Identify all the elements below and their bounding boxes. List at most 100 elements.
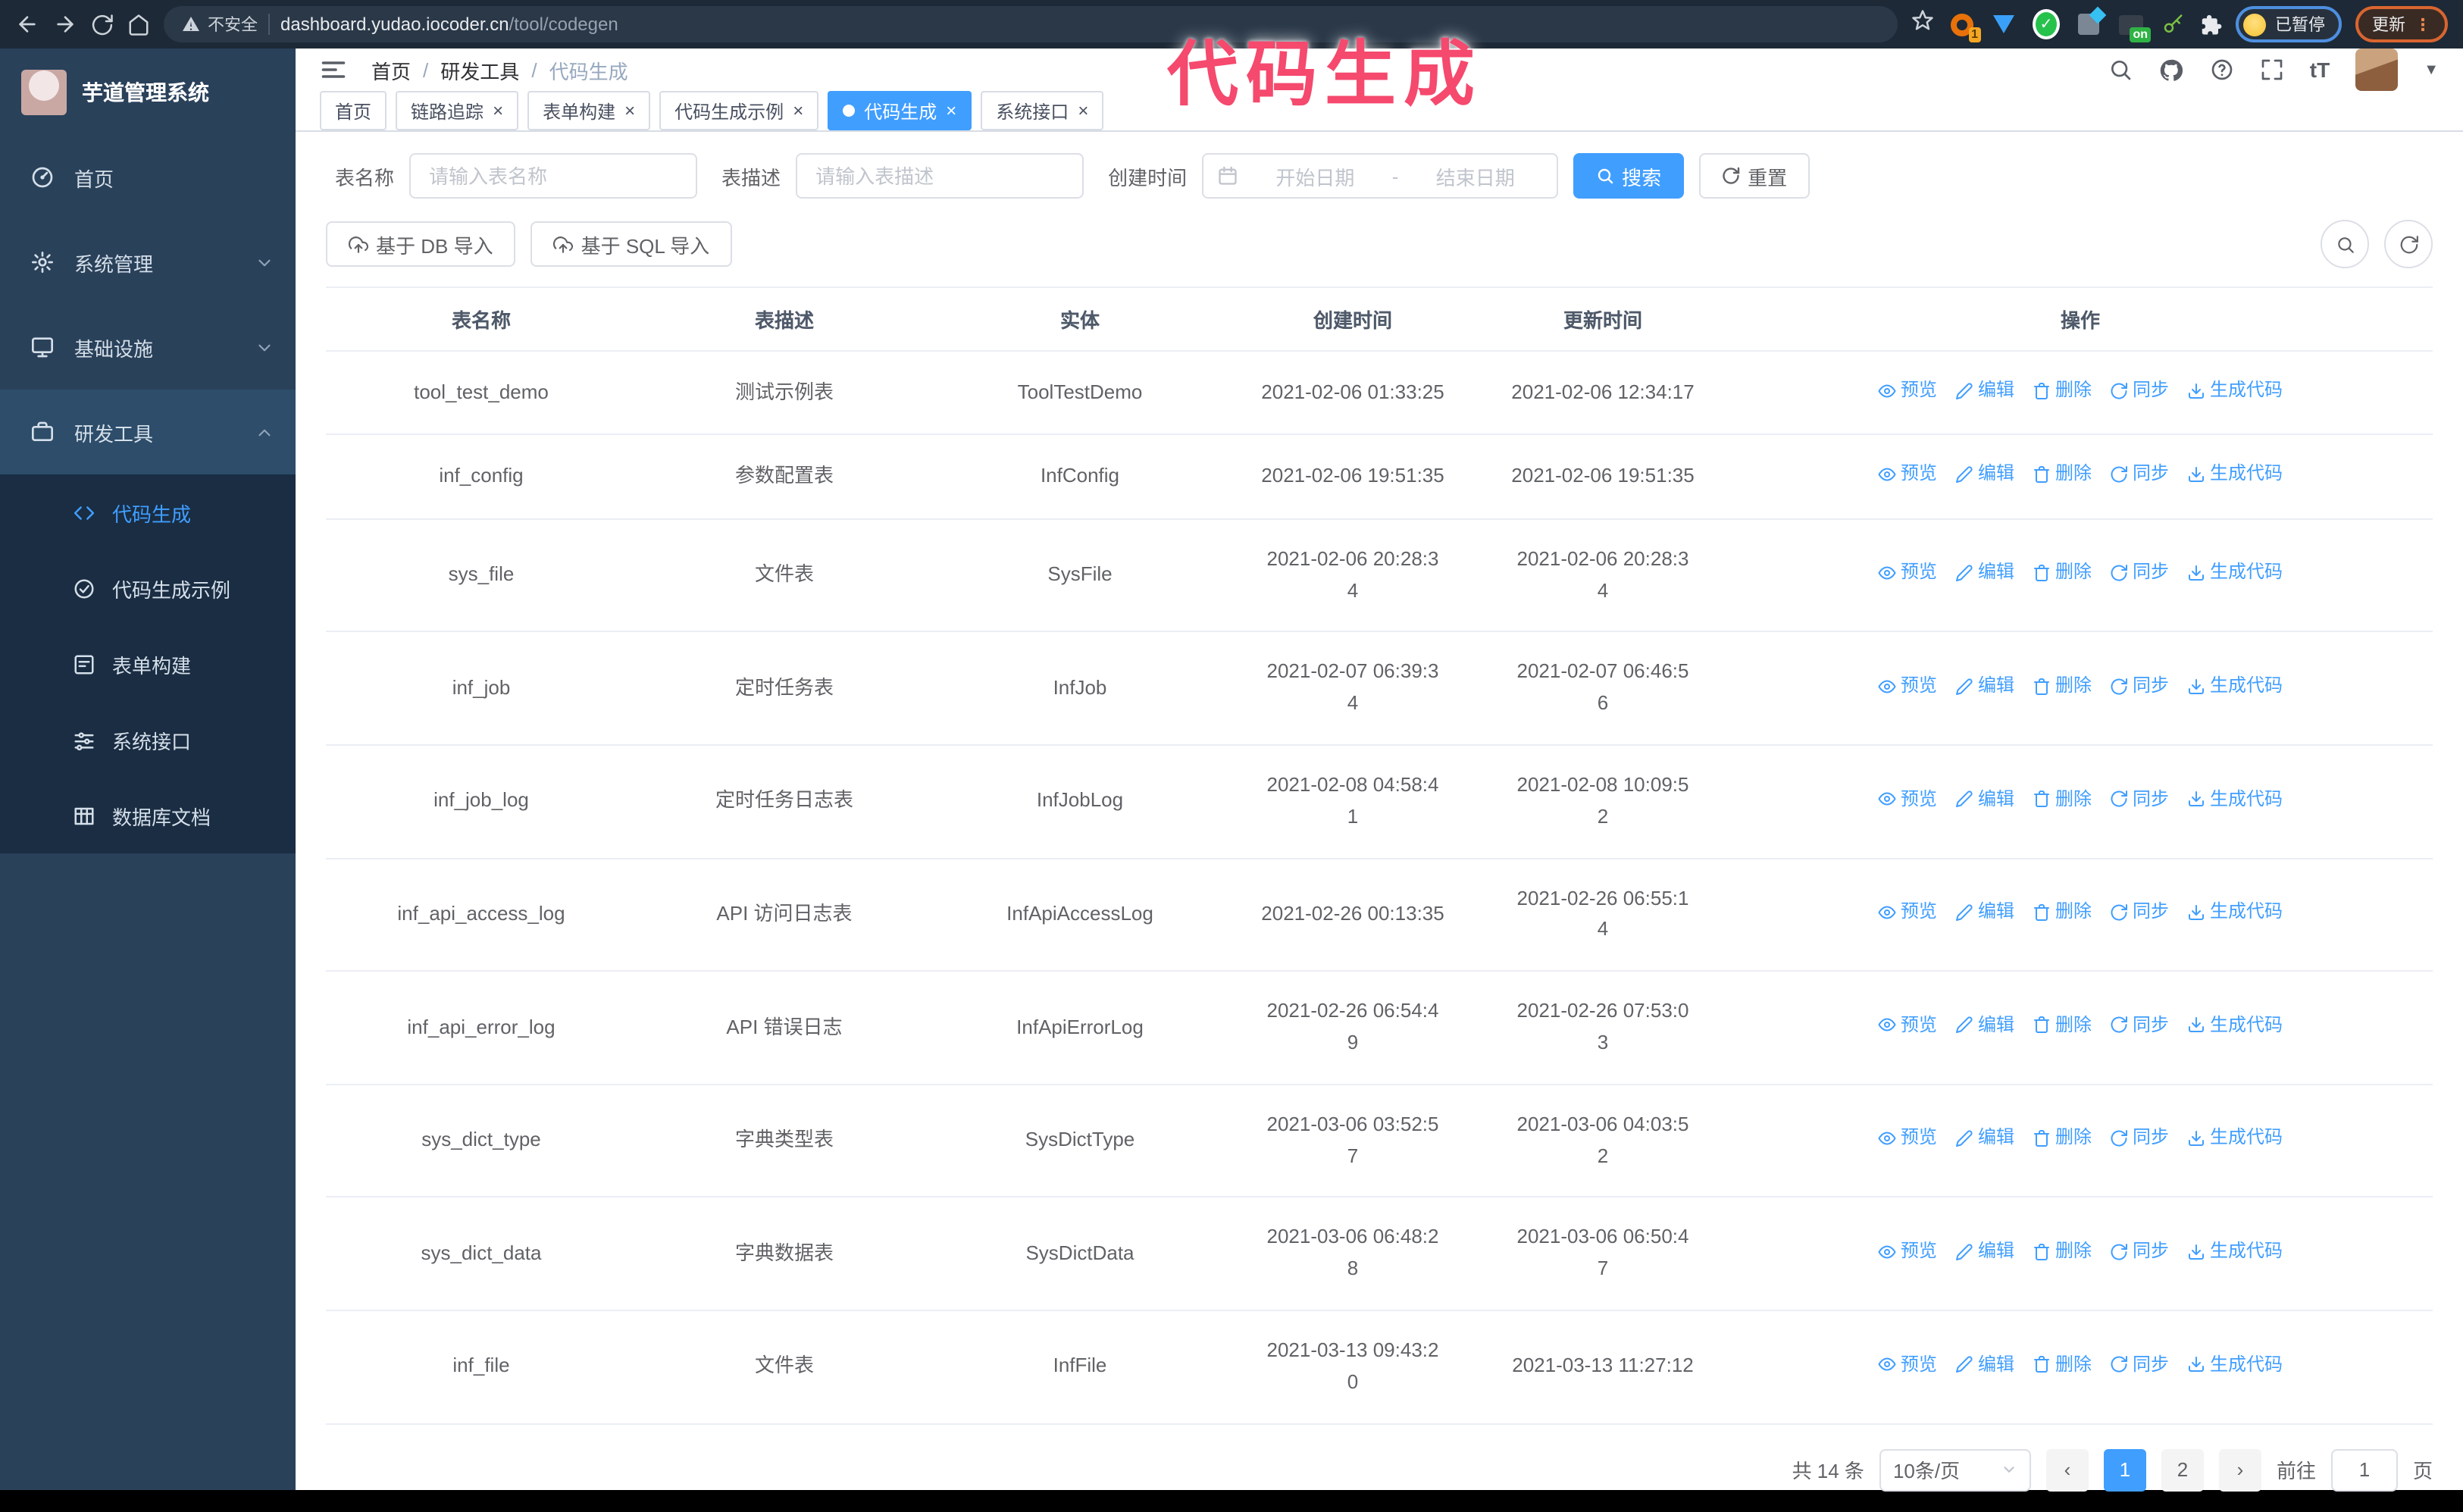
refresh-table-button[interactable] bbox=[2384, 220, 2433, 268]
help-icon[interactable] bbox=[2210, 58, 2234, 82]
generate-action-link[interactable]: 生成代码 bbox=[2187, 559, 2283, 587]
preview-action-link[interactable]: 预览 bbox=[1878, 784, 1937, 813]
page-button-2[interactable]: 2 bbox=[2161, 1448, 2204, 1492]
tab-form-builder[interactable]: 表单构建 × bbox=[527, 91, 651, 130]
user-avatar[interactable] bbox=[2355, 49, 2399, 91]
date-range-picker[interactable]: 开始日期 - 结束日期 bbox=[1202, 153, 1559, 199]
delete-action-link[interactable]: 删除 bbox=[2033, 897, 2092, 926]
generate-action-link[interactable]: 生成代码 bbox=[2187, 1124, 2283, 1153]
toggle-search-button[interactable] bbox=[2321, 220, 2369, 268]
delete-action-link[interactable]: 删除 bbox=[2033, 1011, 2092, 1040]
sidebar-item-home[interactable]: 首页 bbox=[0, 135, 296, 220]
edit-action-link[interactable]: 编辑 bbox=[1955, 1124, 2014, 1153]
sidebar-subitem-codegen-example[interactable]: 代码生成示例 bbox=[0, 550, 296, 626]
generate-action-link[interactable]: 生成代码 bbox=[2187, 376, 2283, 405]
gem-extension-icon[interactable] bbox=[1990, 11, 2017, 38]
preview-action-link[interactable]: 预览 bbox=[1878, 376, 1937, 405]
preview-action-link[interactable]: 预览 bbox=[1878, 897, 1937, 926]
edit-action-link[interactable]: 编辑 bbox=[1955, 376, 2014, 405]
header-search-icon[interactable] bbox=[2108, 58, 2133, 82]
sidebar-item-infra[interactable]: 基础设施 bbox=[0, 305, 296, 390]
sync-action-link[interactable]: 同步 bbox=[2110, 559, 2169, 587]
edit-action-link[interactable]: 编辑 bbox=[1955, 460, 2014, 489]
breadcrumb-item-1[interactable]: 研发工具 bbox=[440, 55, 519, 84]
next-page-button[interactable]: › bbox=[2218, 1448, 2261, 1492]
sidebar-subitem-system-api[interactable]: 系统接口 bbox=[0, 702, 296, 778]
close-icon[interactable]: × bbox=[493, 102, 503, 120]
sidebar-subitem-codegen[interactable]: 代码生成 bbox=[0, 474, 296, 550]
delete-action-link[interactable]: 删除 bbox=[2033, 460, 2092, 489]
sidebar-subitem-form-builder[interactable]: 表单构建 bbox=[0, 626, 296, 702]
browser-forward-button[interactable] bbox=[53, 12, 77, 36]
preview-action-link[interactable]: 预览 bbox=[1878, 1124, 1937, 1153]
sync-action-link[interactable]: 同步 bbox=[2110, 1237, 2169, 1266]
preview-action-link[interactable]: 预览 bbox=[1878, 1350, 1937, 1379]
delete-action-link[interactable]: 删除 bbox=[2033, 1350, 2092, 1379]
user-menu-caret-icon[interactable]: ▼ bbox=[2424, 61, 2439, 78]
import-db-button[interactable]: 基于 DB 导入 bbox=[326, 221, 516, 267]
sidebar-item-dev-tools[interactable]: 研发工具 bbox=[0, 390, 296, 474]
table-name-input[interactable] bbox=[409, 153, 698, 199]
delete-action-link[interactable]: 删除 bbox=[2033, 559, 2092, 587]
tab-tracing[interactable]: 链路追踪 × bbox=[396, 91, 519, 130]
check-extension-icon[interactable]: ✓ bbox=[2033, 9, 2060, 39]
delete-action-link[interactable]: 删除 bbox=[2033, 1124, 2092, 1153]
sync-action-link[interactable]: 同步 bbox=[2110, 1011, 2169, 1040]
app-logo[interactable]: 芋道管理系统 bbox=[0, 49, 296, 135]
sync-action-link[interactable]: 同步 bbox=[2110, 784, 2169, 813]
sync-action-link[interactable]: 同步 bbox=[2110, 460, 2169, 489]
font-size-icon[interactable]: tT bbox=[2310, 58, 2330, 82]
collapse-sidebar-icon[interactable] bbox=[320, 56, 347, 83]
preview-action-link[interactable]: 预览 bbox=[1878, 671, 1937, 700]
generate-action-link[interactable]: 生成代码 bbox=[2187, 897, 2283, 926]
prev-page-button[interactable]: ‹ bbox=[2045, 1448, 2089, 1492]
delete-action-link[interactable]: 删除 bbox=[2033, 671, 2092, 700]
preview-action-link[interactable]: 预览 bbox=[1878, 460, 1937, 489]
sync-action-link[interactable]: 同步 bbox=[2110, 1350, 2169, 1379]
delete-action-link[interactable]: 删除 bbox=[2033, 784, 2092, 813]
browser-reload-button[interactable] bbox=[91, 13, 114, 36]
edit-action-link[interactable]: 编辑 bbox=[1955, 1237, 2014, 1266]
chrome-extension-icon[interactable]: 1 bbox=[1948, 11, 1981, 42]
edit-action-link[interactable]: 编辑 bbox=[1955, 1011, 2014, 1040]
paused-badge[interactable]: 已暂停 bbox=[2236, 6, 2342, 42]
edit-action-link[interactable]: 编辑 bbox=[1955, 897, 2014, 926]
search-button[interactable]: 搜索 bbox=[1573, 153, 1685, 199]
tab-home[interactable]: 首页 bbox=[320, 91, 387, 130]
breadcrumb-item-0[interactable]: 首页 bbox=[371, 55, 411, 84]
reset-button[interactable]: 重置 bbox=[1699, 153, 1810, 199]
sidebar-item-system[interactable]: 系统管理 bbox=[0, 220, 296, 305]
generate-action-link[interactable]: 生成代码 bbox=[2187, 1011, 2283, 1040]
puzzle-extensions-icon[interactable] bbox=[2199, 13, 2222, 36]
preview-action-link[interactable]: 预览 bbox=[1878, 559, 1937, 587]
sidebar-subitem-db-doc[interactable]: 数据库文档 bbox=[0, 778, 296, 853]
browser-back-button[interactable] bbox=[15, 12, 39, 36]
import-sql-button[interactable]: 基于 SQL 导入 bbox=[530, 221, 733, 267]
close-icon[interactable]: × bbox=[793, 102, 803, 120]
browser-update-button[interactable]: 更新 ⋮ bbox=[2355, 6, 2448, 42]
sync-action-link[interactable]: 同步 bbox=[2110, 897, 2169, 926]
generate-action-link[interactable]: 生成代码 bbox=[2187, 784, 2283, 813]
page-button-1[interactable]: 1 bbox=[2103, 1448, 2146, 1492]
github-icon[interactable] bbox=[2158, 57, 2184, 83]
generate-action-link[interactable]: 生成代码 bbox=[2187, 1237, 2283, 1266]
grid-extension-icon[interactable] bbox=[2075, 11, 2102, 38]
tab-codegen-example[interactable]: 代码生成示例 × bbox=[659, 91, 819, 130]
preview-action-link[interactable]: 预览 bbox=[1878, 1011, 1937, 1040]
edit-action-link[interactable]: 编辑 bbox=[1955, 671, 2014, 700]
key-extension-icon[interactable] bbox=[2160, 12, 2184, 36]
close-icon[interactable]: × bbox=[624, 102, 635, 120]
generate-action-link[interactable]: 生成代码 bbox=[2187, 1350, 2283, 1379]
goto-page-input[interactable] bbox=[2330, 1448, 2398, 1492]
generate-action-link[interactable]: 生成代码 bbox=[2187, 671, 2283, 700]
edit-action-link[interactable]: 编辑 bbox=[1955, 784, 2014, 813]
browser-home-button[interactable] bbox=[127, 13, 150, 36]
dark-extension-icon[interactable]: on bbox=[2117, 11, 2151, 42]
sync-action-link[interactable]: 同步 bbox=[2110, 376, 2169, 405]
tab-system-api[interactable]: 系统接口 × bbox=[981, 91, 1104, 130]
edit-action-link[interactable]: 编辑 bbox=[1955, 559, 2014, 587]
preview-action-link[interactable]: 预览 bbox=[1878, 1237, 1937, 1266]
table-desc-input[interactable] bbox=[796, 153, 1084, 199]
tab-codegen[interactable]: 代码生成 × bbox=[828, 91, 972, 130]
sync-action-link[interactable]: 同步 bbox=[2110, 1124, 2169, 1153]
